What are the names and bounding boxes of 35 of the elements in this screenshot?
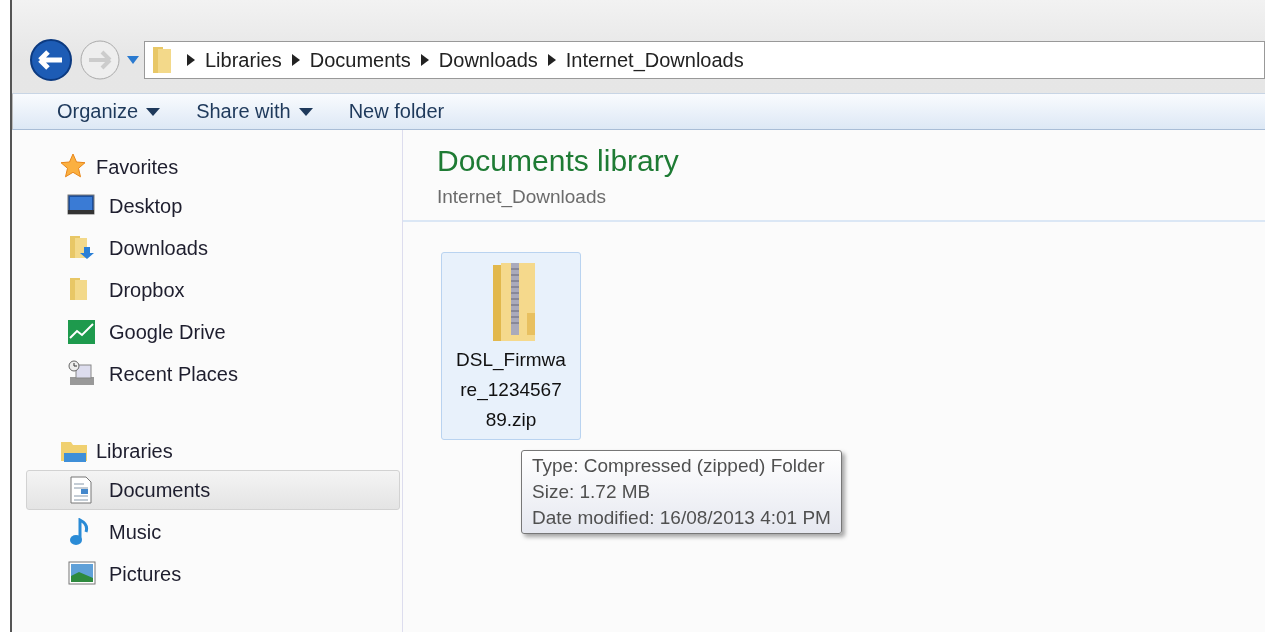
file-item[interactable]: DSL_Firmware_123456789.zip	[441, 252, 581, 440]
nav-item[interactable]: Dropbox	[26, 270, 400, 310]
recent-places-icon	[67, 360, 97, 388]
nav-item[interactable]: Documents	[26, 470, 400, 510]
dropdown-caret-icon[interactable]	[146, 107, 161, 116]
breadcrumb-item[interactable]: Internet_Downloads	[565, 48, 744, 72]
toolbar-button[interactable]: Organize	[43, 94, 175, 129]
nav-group-header[interactable]: Libraries	[26, 432, 402, 470]
breadcrumb-item[interactable]: Downloads	[438, 48, 538, 72]
toolbar-button[interactable]: Share with	[182, 94, 327, 129]
breadcrumb-item[interactable]: Documents	[309, 48, 411, 72]
tooltip-line: Type: Compressed (zipped) Folder	[532, 455, 826, 477]
chevron-right-icon[interactable]	[187, 54, 195, 66]
nav-item[interactable]: Downloads	[26, 228, 400, 268]
star-icon	[60, 153, 88, 181]
nav-item[interactable]: Desktop	[26, 186, 400, 226]
library-title: Documents library	[437, 144, 680, 178]
chevron-right-icon[interactable]	[291, 54, 300, 66]
nav-group-header[interactable]: Favorites	[26, 148, 402, 186]
nav-item[interactable]: Recent Places	[26, 354, 400, 394]
chevron-right-icon[interactable]	[547, 54, 556, 66]
tooltip-line: Date modified: 16/08/2013 4:01 PM	[532, 507, 831, 529]
folder-subtitle: Internet_Downloads	[437, 186, 607, 208]
toolbar-button[interactable]: New folder	[334, 94, 459, 129]
nav-item[interactable]: Google Drive	[26, 312, 400, 352]
tooltip-line: Size: 1.72 MB	[532, 481, 652, 503]
chart-icon	[67, 318, 97, 346]
nav-item[interactable]: Pictures	[26, 554, 400, 594]
nav-item[interactable]: Music	[26, 512, 400, 552]
dropdown-caret-icon[interactable]	[298, 107, 313, 116]
chevron-right-icon[interactable]	[420, 54, 429, 66]
address-field[interactable]: Libraries Documents Downloads Internet_Downloads	[144, 41, 1265, 79]
picture-icon	[67, 560, 97, 588]
back-button[interactable]	[28, 37, 74, 83]
breadcrumb-item[interactable]: Libraries	[205, 48, 282, 72]
